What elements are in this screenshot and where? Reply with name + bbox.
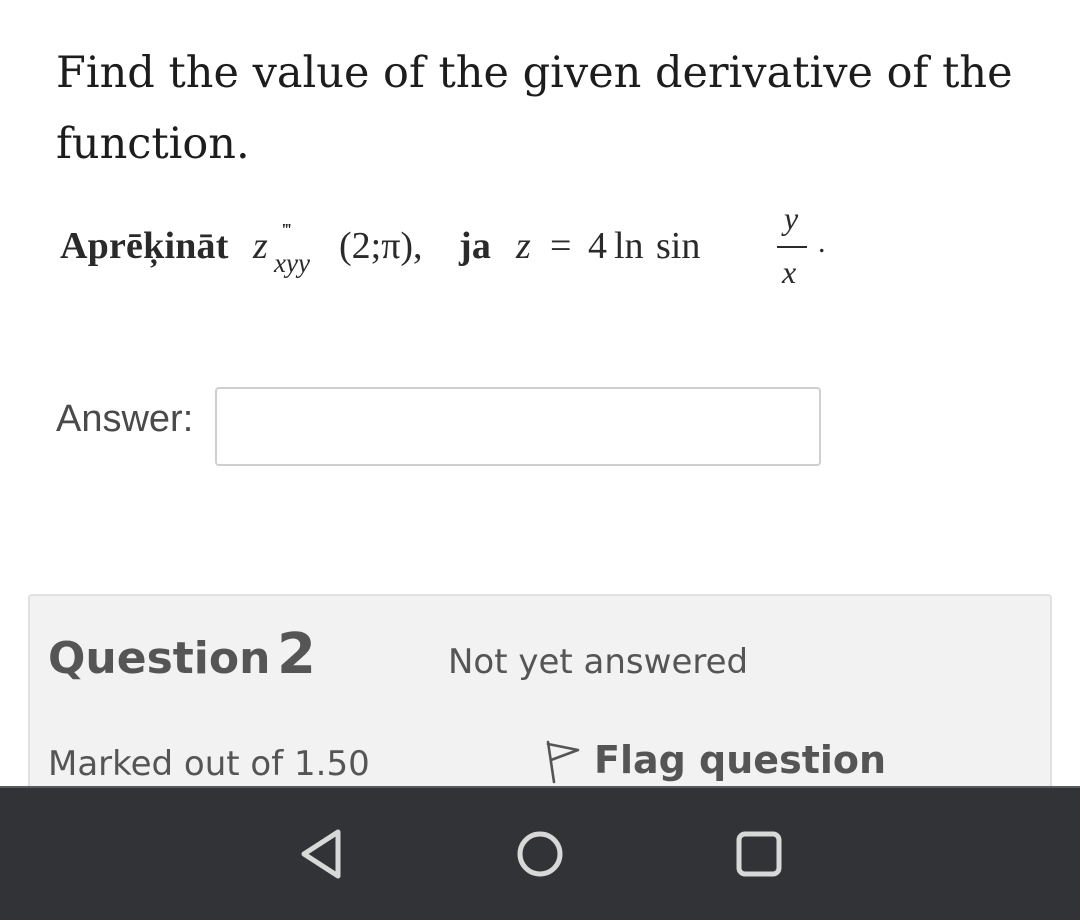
formula-period: . [818, 226, 826, 259]
back-icon [301, 829, 341, 879]
formula-point: (2;π), [339, 225, 423, 267]
fraction-bar [777, 246, 807, 248]
formula-variable: z [253, 225, 268, 267]
formula-sin: sin [656, 225, 701, 267]
question-text: Find the value of the given derivative o… [56, 48, 1013, 169]
recents-icon [736, 831, 782, 877]
question-number-heading: Question 2 [48, 622, 316, 687]
formula-equals: = [550, 225, 572, 267]
back-button[interactable] [286, 818, 356, 888]
formula-coefficient: 4 [588, 225, 607, 267]
answer-input[interactable] [215, 387, 821, 466]
flag-question-label: Flag question [594, 738, 887, 782]
question-number: 2 [276, 622, 316, 687]
formula-ln: ln [614, 225, 644, 267]
formula-numerator: y [784, 200, 799, 236]
page-content: Find the value of the given derivative o… [0, 0, 1080, 786]
question-state: Not yet answered [448, 642, 749, 682]
question-info-panel: Question 2 Not yet answered Marked out o… [28, 594, 1052, 786]
question-grade: Marked out of 1.50 [48, 744, 370, 784]
system-navigation-bar [0, 786, 1080, 920]
formula-primes: ‴ [282, 220, 291, 239]
flag-question-button[interactable]: Flag question [542, 736, 886, 784]
question-formula: Aprēķināt z ‴ xyy (2;π), ja z = 4 ln sin… [60, 200, 826, 310]
formula-prefix: Aprēķināt [60, 225, 229, 267]
home-icon [517, 831, 563, 877]
recents-button[interactable] [725, 818, 795, 888]
formula-subscript: xyy [274, 248, 310, 278]
formula-lhs: z [516, 225, 531, 267]
formula-conjunction: ja [459, 225, 492, 267]
formula-denominator: x [782, 254, 797, 290]
flag-icon [546, 740, 580, 784]
question-word: Question [48, 633, 271, 684]
answer-label: Answer: [56, 398, 194, 440]
home-button[interactable] [505, 818, 575, 888]
